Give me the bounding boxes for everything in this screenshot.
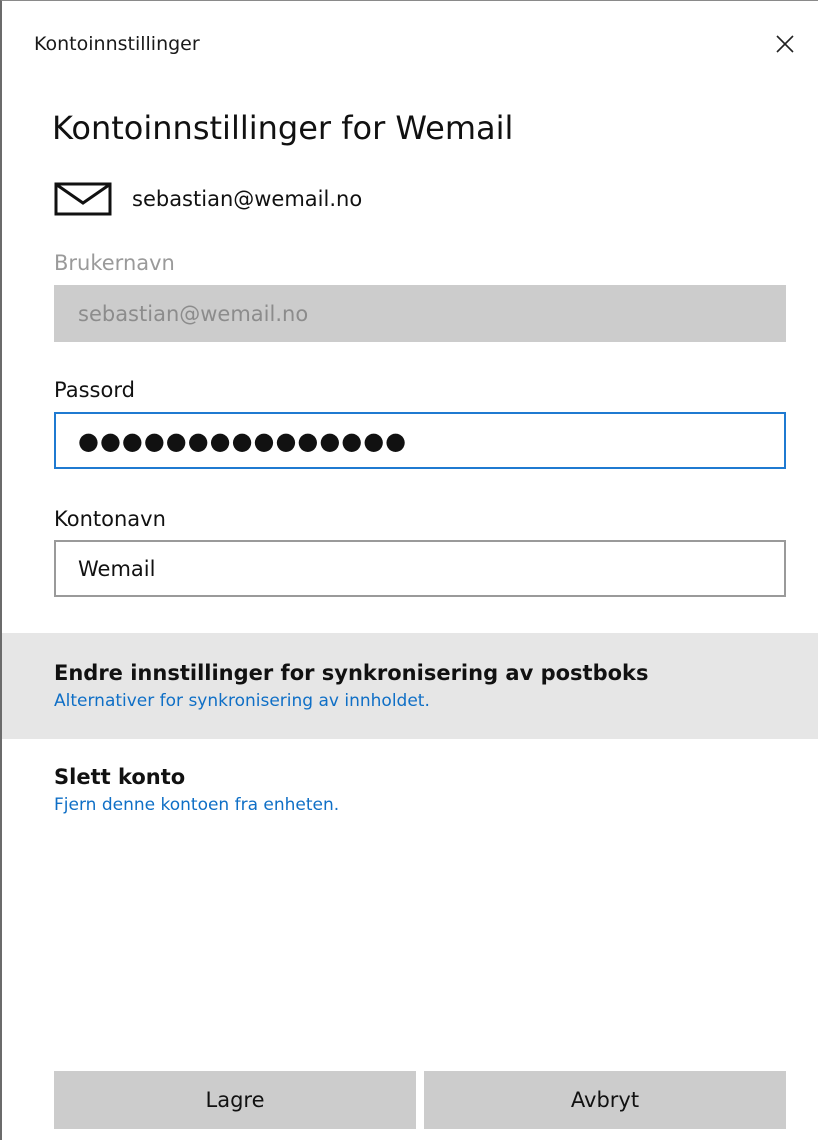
title-bar: Kontoinnstillinger [2,1,818,89]
sync-settings-link[interactable]: Alternativer for synkronisering av innho… [54,691,818,711]
mail-icon [54,181,112,217]
username-value: sebastian@wemail.no [78,301,309,326]
password-input[interactable]: ●●●●●●●●●●●●●●● [54,412,786,469]
save-button[interactable]: Lagre [54,1071,416,1129]
sync-settings-action[interactable]: Endre innstillinger for synkronisering a… [2,633,818,739]
close-button[interactable] [762,23,808,65]
account-name-value: Wemail [78,556,156,581]
delete-account-link[interactable]: Fjern denne kontoen fra enheten. [54,795,818,815]
username-label: Brukernavn [54,251,175,275]
close-icon [776,35,794,53]
window-title: Kontoinnstillinger [34,33,200,55]
delete-account-action[interactable]: Slett konto Fjern denne kontoen fra enhe… [2,765,818,845]
account-email: sebastian@wemail.no [132,187,363,211]
password-label: Passord [54,378,135,402]
sync-settings-title: Endre innstillinger for synkronisering a… [54,661,649,685]
page-title: Kontoinnstillinger for Wemail [52,109,514,147]
delete-account-title: Slett konto [54,765,186,789]
account-settings-dialog: Kontoinnstillinger Kontoinnstillinger fo… [0,0,818,1140]
cancel-button[interactable]: Avbryt [424,1071,786,1129]
account-email-row: sebastian@wemail.no [54,181,362,217]
password-value: ●●●●●●●●●●●●●●● [78,426,408,455]
account-name-input[interactable]: Wemail [54,540,786,597]
username-input: sebastian@wemail.no [54,285,786,342]
account-name-label: Kontonavn [54,507,166,531]
